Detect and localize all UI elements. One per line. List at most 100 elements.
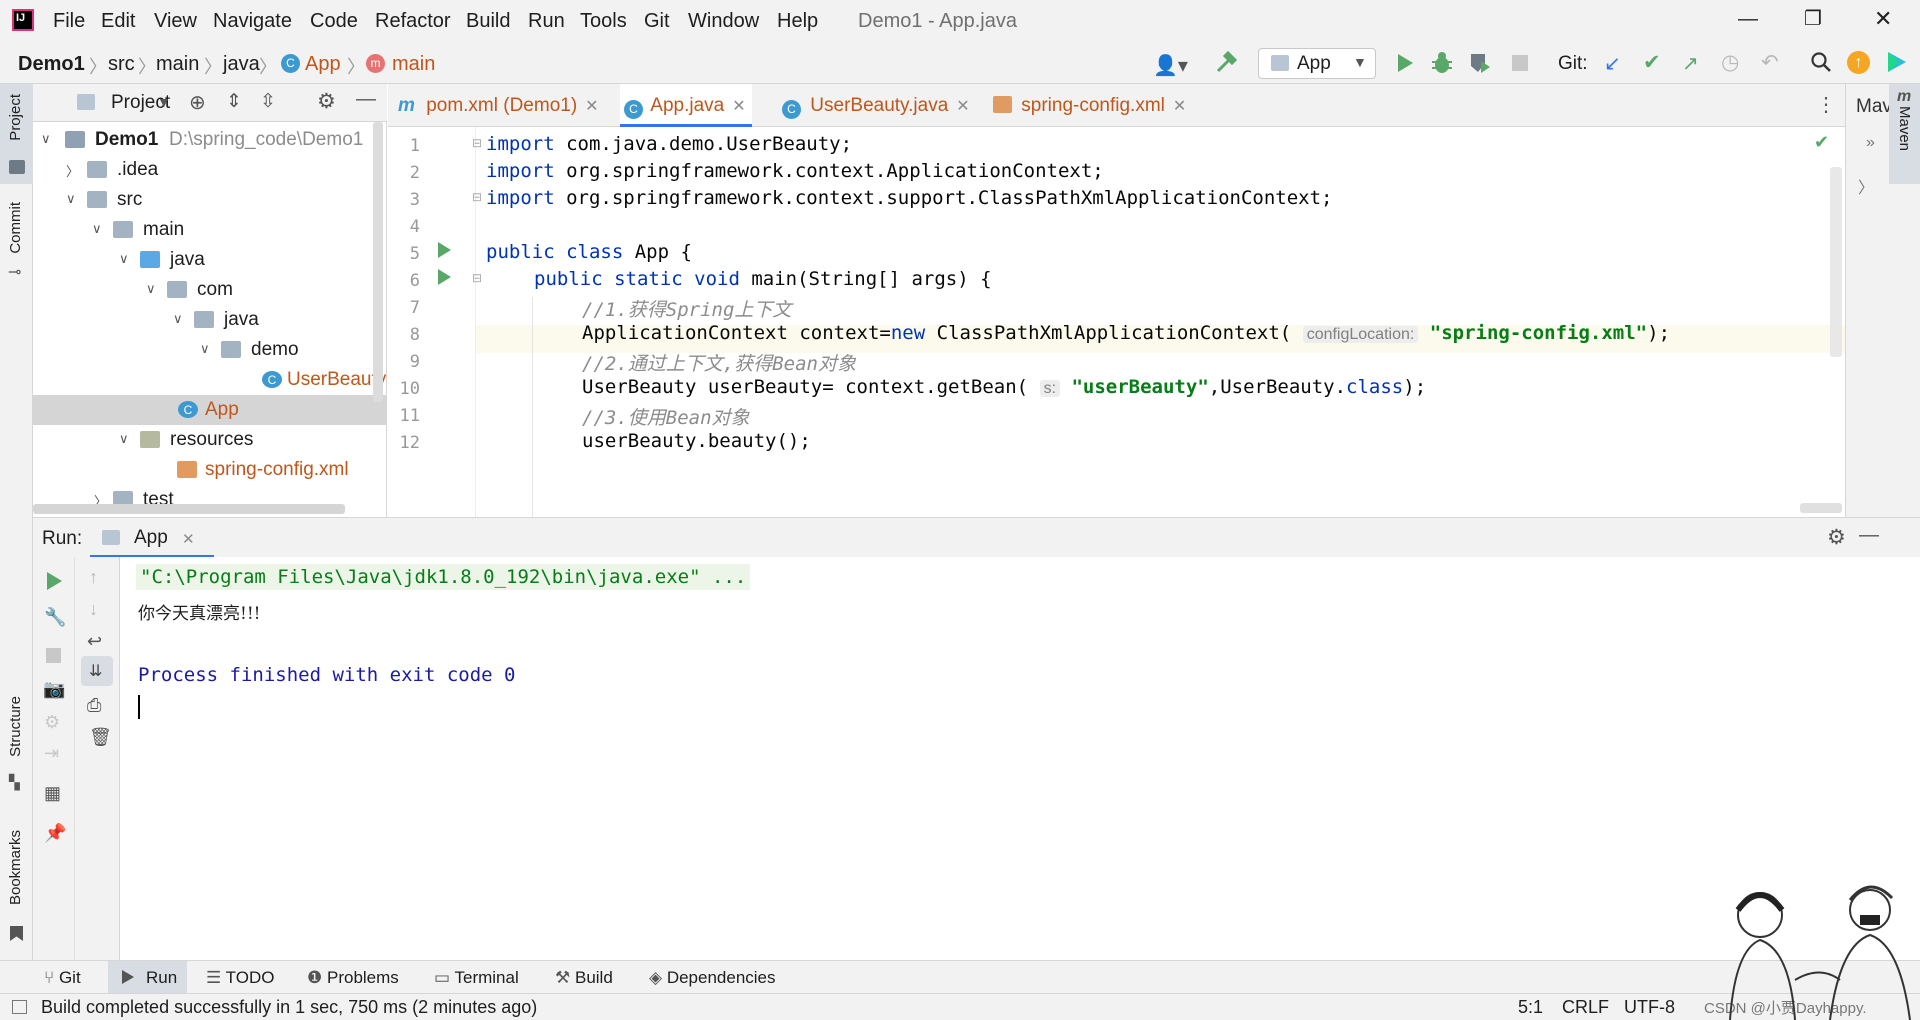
arrow-down-icon[interactable]: ↓: [89, 599, 98, 620]
hide-panel-icon[interactable]: —: [1859, 524, 1879, 547]
history-icon[interactable]: ◷: [1721, 50, 1739, 75]
build-hammer-icon[interactable]: [1214, 51, 1238, 75]
menu-file[interactable]: File: [53, 10, 85, 33]
tree-item-demo[interactable]: ∨ demo: [33, 335, 387, 365]
gear-icon[interactable]: ⚙: [317, 89, 336, 114]
no-problems-check-icon[interactable]: ✔: [1814, 132, 1829, 153]
debug-icon[interactable]: [1430, 50, 1454, 76]
menu-tools[interactable]: Tools: [580, 10, 627, 33]
tool-window-git[interactable]: ⑂ Git: [44, 968, 81, 988]
vertical-scrollbar[interactable]: [373, 122, 383, 402]
menu-help[interactable]: Help: [777, 10, 818, 33]
menu-code[interactable]: Code: [310, 10, 358, 33]
hide-panel-icon[interactable]: —: [356, 88, 376, 111]
stop-icon[interactable]: [1512, 55, 1528, 71]
rerun-icon[interactable]: [45, 571, 63, 591]
fold-icon[interactable]: ⊟: [472, 190, 482, 204]
stop-icon[interactable]: [46, 648, 61, 663]
tool-window-run[interactable]: Run: [108, 961, 187, 994]
camera-icon[interactable]: 📷: [43, 679, 65, 700]
breadcrumb-app[interactable]: App: [305, 53, 341, 76]
breadcrumb-main[interactable]: main: [156, 53, 199, 76]
menu-run[interactable]: Run: [528, 10, 565, 33]
tree-item-java-source[interactable]: ∨ java: [33, 245, 387, 275]
code-editor[interactable]: 1 2 3 4 5 6 7 8 9 10 11 12 ⊟ ⊟ ⊟ import …: [388, 127, 1845, 517]
scroll-to-end-button[interactable]: ⇊: [81, 656, 113, 686]
tree-item-java-package[interactable]: ∨ java: [33, 305, 387, 335]
update-available-icon[interactable]: ↑: [1847, 51, 1870, 74]
git-push-icon[interactable]: ↗: [1682, 51, 1699, 76]
breadcrumb-java[interactable]: java: [223, 53, 260, 76]
breadcrumb-src[interactable]: src: [108, 53, 135, 76]
tree-item-demo1[interactable]: ∨ Demo1 D:\spring_code\Demo1: [33, 125, 387, 155]
menu-edit[interactable]: Edit: [101, 10, 135, 33]
print-icon[interactable]: ⎙: [87, 695, 101, 716]
bookmarks-stripe-button[interactable]: Bookmarks: [0, 830, 33, 941]
git-commit-icon[interactable]: ✔: [1643, 50, 1661, 75]
run-gutter-icon[interactable]: [436, 268, 452, 286]
exit-icon[interactable]: ⇥: [44, 743, 59, 764]
layout-icon[interactable]: ▦: [44, 783, 61, 804]
gear-icon[interactable]: ⚙: [1827, 525, 1846, 550]
expand-all-icon[interactable]: ⇕: [226, 90, 242, 113]
user-icon[interactable]: 👤▾: [1153, 53, 1188, 78]
status-message[interactable]: Build completed successfully in 1 sec, 7…: [41, 997, 537, 1018]
run-tab-app[interactable]: App ✕: [90, 518, 214, 558]
search-icon[interactable]: [1810, 51, 1832, 73]
menu-refactor[interactable]: Refactor: [375, 10, 451, 33]
caret-position[interactable]: 5:1: [1518, 997, 1543, 1018]
trash-icon[interactable]: 🗑: [89, 727, 112, 748]
tree-item-main[interactable]: ∨ main: [33, 215, 387, 245]
commit-stripe-button[interactable]: Commit ⊸: [0, 202, 33, 322]
tree-item-resources[interactable]: ∨ resources: [33, 425, 387, 455]
tab-spring-config-xml[interactable]: spring-config.xml ✕: [993, 84, 1186, 127]
chevron-down-icon[interactable]: ▼: [157, 94, 171, 110]
close-tab-icon[interactable]: ✕: [732, 98, 745, 115]
tree-item-idea[interactable]: 〉 .idea: [33, 155, 387, 185]
status-toggle-icon[interactable]: [12, 1000, 27, 1014]
run-icon[interactable]: [1394, 51, 1416, 75]
rollback-icon[interactable]: ↶: [1761, 50, 1779, 75]
maven-stripe-button[interactable]: m Maven: [1889, 84, 1920, 184]
breadcrumb-method[interactable]: main: [392, 53, 435, 76]
locate-file-icon[interactable]: ⊕: [189, 90, 206, 115]
tool-window-terminal[interactable]: ▭ Terminal: [434, 968, 519, 988]
git-update-icon[interactable]: ↙: [1604, 51, 1621, 76]
close-window-button[interactable]: ✕: [1874, 6, 1892, 32]
console-output[interactable]: "C:\Program Files\Java\jdk1.8.0_192\bin\…: [120, 557, 1920, 960]
tool-window-build[interactable]: ⚒ Build: [555, 968, 613, 988]
menu-build[interactable]: Build: [466, 10, 510, 33]
collapse-all-icon[interactable]: ⇳: [260, 90, 276, 113]
fold-icon[interactable]: ⊟: [472, 271, 482, 285]
settings-debug-icon[interactable]: ⚙: [44, 712, 60, 733]
code-with-me-icon[interactable]: [1885, 50, 1909, 74]
breadcrumb-project[interactable]: Demo1: [18, 53, 85, 76]
file-encoding[interactable]: UTF-8: [1624, 997, 1675, 1018]
tree-item-spring-config[interactable]: spring-config.xml: [33, 455, 387, 485]
project-stripe-button[interactable]: Project: [0, 84, 33, 184]
arrow-up-icon[interactable]: ↑: [89, 567, 98, 588]
line-separator[interactable]: CRLF: [1562, 997, 1609, 1018]
structure-stripe-button[interactable]: Structure ▚: [0, 696, 33, 796]
tool-window-problems[interactable]: ❶ Problems: [307, 968, 399, 988]
tree-item-app[interactable]: C App: [33, 395, 387, 425]
tree-item-com[interactable]: ∨ com: [33, 275, 387, 305]
close-tab-icon[interactable]: ✕: [956, 98, 969, 115]
close-tab-icon[interactable]: ✕: [182, 530, 195, 548]
expand-panel-icon[interactable]: »: [1866, 134, 1875, 152]
edit-config-wrench-icon[interactable]: 🔧: [44, 607, 66, 628]
tab-app-java[interactable]: C App.java ✕: [620, 84, 752, 127]
tree-item-userbeauty[interactable]: C UserBeauty: [33, 365, 387, 395]
tab-userbeauty-java[interactable]: C UserBeauty.java ✕: [782, 84, 970, 127]
more-tabs-icon[interactable]: ⋮: [1816, 92, 1836, 117]
tree-item-src[interactable]: ∨ src: [33, 185, 387, 215]
chevron-right-icon[interactable]: 〉: [1858, 174, 1874, 198]
restore-button[interactable]: ❐: [1804, 6, 1822, 31]
tool-window-dependencies[interactable]: ◈ Dependencies: [649, 968, 776, 988]
run-with-coverage-icon[interactable]: [1468, 51, 1492, 75]
pin-icon[interactable]: 📌: [44, 823, 66, 844]
menu-git[interactable]: Git: [644, 10, 670, 33]
horizontal-scrollbar[interactable]: [33, 504, 345, 514]
menu-window[interactable]: Window: [688, 10, 759, 33]
close-tab-icon[interactable]: ✕: [1173, 98, 1186, 115]
